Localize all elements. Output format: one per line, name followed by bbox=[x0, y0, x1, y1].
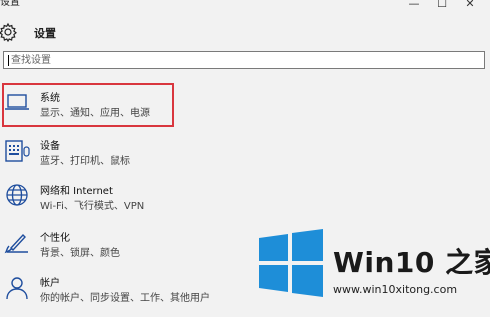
watermark-brand: Win10 之家 bbox=[333, 246, 490, 279]
text-caret bbox=[8, 55, 9, 66]
category-subtitle: 蓝牙、打印机、鼠标 bbox=[40, 156, 130, 167]
category-subtitle: 你的帐户、同步设置、工作、其他用户 bbox=[40, 293, 210, 304]
category-personalization[interactable]: 个性化 背景、锁屏、颜色 bbox=[0, 226, 230, 272]
page-title: 设置 bbox=[34, 27, 56, 40]
category-devices[interactable]: 设备 蓝牙、打印机、鼠标 bbox=[0, 134, 230, 180]
window-title: 设置 bbox=[0, 0, 20, 8]
keyboard-icon bbox=[5, 140, 30, 162]
category-subtitle: Wi-Fi、飞行模式、VPN bbox=[40, 201, 145, 212]
category-title: 帐户 bbox=[40, 278, 60, 289]
watermark-url: www.win10xitong.com bbox=[333, 283, 458, 296]
category-title: 设备 bbox=[40, 141, 60, 152]
globe-icon bbox=[6, 184, 28, 206]
gear-icon bbox=[0, 22, 17, 42]
search-box[interactable] bbox=[3, 51, 485, 69]
minimize-button[interactable]: — bbox=[405, 0, 423, 10]
category-network[interactable]: 网络和 Internet Wi-Fi、飞行模式、VPN bbox=[0, 179, 230, 225]
person-icon bbox=[6, 277, 28, 299]
category-accounts[interactable]: 帐户 你的帐户、同步设置、工作、其他用户 bbox=[0, 271, 230, 317]
category-subtitle: 背景、锁屏、颜色 bbox=[40, 248, 120, 259]
highlight-box bbox=[2, 83, 174, 127]
paintbrush-icon bbox=[4, 233, 28, 254]
title-bar: 设置 — ☐ ✕ bbox=[0, 0, 490, 12]
maximize-button[interactable]: ☐ bbox=[433, 0, 451, 10]
windows-logo-icon bbox=[259, 229, 323, 297]
close-button[interactable]: ✕ bbox=[461, 0, 479, 10]
category-title: 网络和 Internet bbox=[40, 186, 113, 197]
category-title: 个性化 bbox=[40, 233, 70, 244]
search-input[interactable] bbox=[11, 53, 451, 67]
